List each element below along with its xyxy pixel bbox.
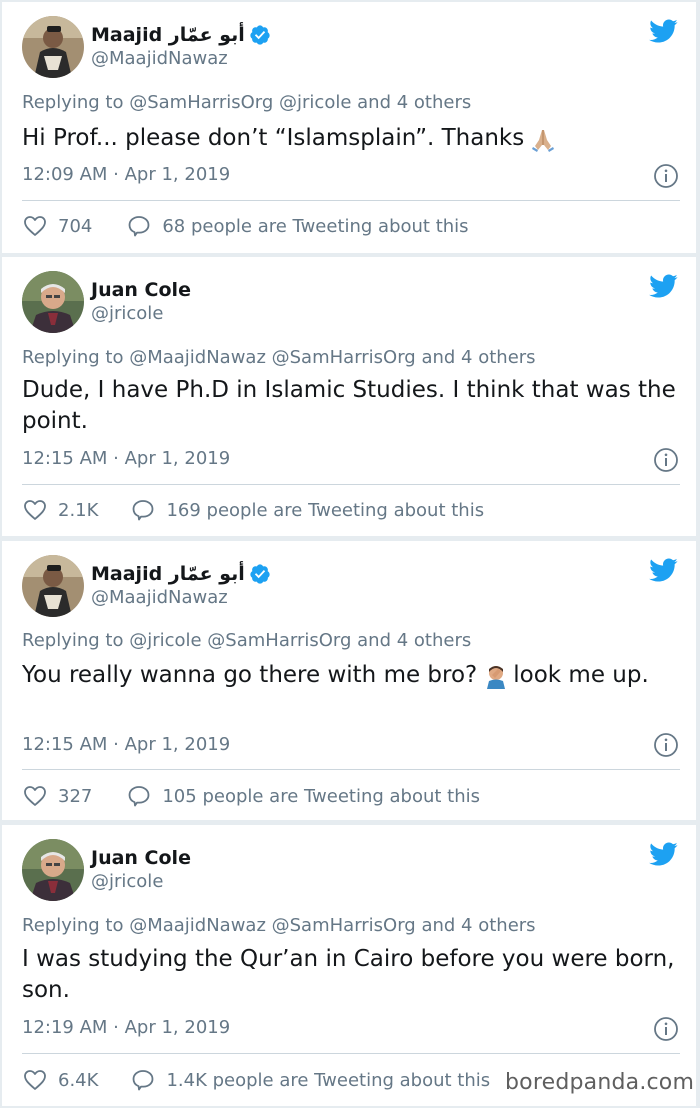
info-icon[interactable] <box>653 163 679 189</box>
tweet-timestamp[interactable]: 12:19 AM · Apr 1, 2019 <box>22 1017 230 1038</box>
folded-hands-emoji-icon <box>530 126 556 152</box>
conversation-count: 68 people are Tweeting about this <box>162 215 469 237</box>
tweet-actions: 2.1K 169 people are Tweeting about this <box>22 495 484 525</box>
replying-to[interactable]: Replying to @SamHarrisOrg @jricole and 4… <box>22 92 471 113</box>
tweet-text: Dude, I have Ph.D in Islamic Studies. I … <box>22 377 676 434</box>
verified-badge-icon <box>249 563 271 585</box>
info-icon[interactable] <box>653 447 679 473</box>
tweet-timestamp[interactable]: 12:09 AM · Apr 1, 2019 <box>22 164 230 185</box>
twitter-bird-icon[interactable] <box>646 271 680 301</box>
like-action[interactable]: 704 <box>22 213 92 239</box>
like-count: 2.1K <box>58 499 99 521</box>
twitter-bird-icon[interactable] <box>646 555 680 585</box>
user-handle[interactable]: @jricole <box>91 871 163 892</box>
tweet-actions: 6.4K 1.4K people are Tweeting about this <box>22 1065 490 1095</box>
tweet-text-continuation: look me up. <box>513 662 649 688</box>
like-count: 704 <box>58 215 93 237</box>
watermark: boredpanda.com <box>505 1070 695 1095</box>
tweet-card[interactable]: Juan Cole @jricole Replying to @MaajidNa… <box>2 257 696 536</box>
replying-to[interactable]: Replying to @MaajidNawaz @SamHarrisOrg a… <box>22 915 536 936</box>
like-count: 6.4K <box>58 1069 99 1091</box>
like-action[interactable]: 6.4K <box>22 1067 98 1093</box>
verified-badge-icon <box>249 24 271 46</box>
twitter-bird-icon[interactable] <box>646 16 680 46</box>
conversation-count: 1.4K people are Tweeting about this <box>166 1069 491 1091</box>
divider <box>22 1053 680 1054</box>
display-name[interactable]: Juan Cole <box>91 279 191 301</box>
user-handle[interactable]: @jricole <box>91 303 163 324</box>
info-icon[interactable] <box>653 1016 679 1042</box>
display-name[interactable]: Maajid أبو عمّار <box>91 563 245 585</box>
avatar[interactable] <box>22 555 84 617</box>
avatar[interactable] <box>22 16 84 78</box>
tweet-card[interactable]: Maajid أبو عمّار @MaajidNawaz Replying t… <box>2 541 696 820</box>
speech-bubble-icon[interactable] <box>126 783 152 809</box>
display-name[interactable]: Maajid أبو عمّار <box>91 24 245 46</box>
avatar[interactable] <box>22 839 84 901</box>
conversation-count: 105 people are Tweeting about this <box>162 785 481 807</box>
replying-to[interactable]: Replying to @jricole @SamHarrisOrg and 4… <box>22 630 471 651</box>
tweet-text: You really wanna go there with me bro? l… <box>22 660 682 691</box>
tweet-timestamp[interactable]: 12:15 AM · Apr 1, 2019 <box>22 734 230 755</box>
twitter-bird-icon[interactable] <box>646 839 680 869</box>
conversation-action[interactable]: 68 people are Tweeting about this <box>126 213 469 239</box>
man-facepalming-emoji-icon <box>483 663 509 689</box>
tweet-text: Hi Prof... please don’t “Islamsplain”. T… <box>22 123 682 154</box>
divider <box>22 484 680 485</box>
heart-icon[interactable] <box>22 497 48 523</box>
like-action[interactable]: 327 <box>22 783 92 809</box>
replying-to[interactable]: Replying to @MaajidNawaz @SamHarrisOrg a… <box>22 347 536 368</box>
conversation-action[interactable]: 105 people are Tweeting about this <box>126 783 480 809</box>
user-handle[interactable]: @MaajidNawaz <box>91 48 228 69</box>
speech-bubble-icon[interactable] <box>130 1067 156 1093</box>
heart-icon[interactable] <box>22 783 48 809</box>
speech-bubble-icon[interactable] <box>130 497 156 523</box>
user-handle[interactable]: @MaajidNawaz <box>91 587 228 608</box>
tweet-card[interactable]: Maajid أبو عمّار @MaajidNawaz Replying t… <box>2 2 696 253</box>
info-icon[interactable] <box>653 732 679 758</box>
tweet-actions: 704 68 people are Tweeting about this <box>22 211 469 241</box>
conversation-count: 169 people are Tweeting about this <box>166 499 485 521</box>
tweet-text: I was studying the Qur’an in Cairo befor… <box>22 946 675 1003</box>
tweet-actions: 327 105 people are Tweeting about this <box>22 781 480 811</box>
tweet-text-content: You really wanna go there with me bro? <box>22 662 478 688</box>
divider <box>22 769 680 770</box>
like-action[interactable]: 2.1K <box>22 497 98 523</box>
display-name[interactable]: Juan Cole <box>91 847 191 869</box>
divider <box>22 200 680 201</box>
conversation-action[interactable]: 1.4K people are Tweeting about this <box>130 1067 490 1093</box>
speech-bubble-icon[interactable] <box>126 213 152 239</box>
tweet-timestamp[interactable]: 12:15 AM · Apr 1, 2019 <box>22 448 230 469</box>
tweet-text-content: Hi Prof... please don’t “Islamsplain”. T… <box>22 125 525 151</box>
conversation-action[interactable]: 169 people are Tweeting about this <box>130 497 484 523</box>
heart-icon[interactable] <box>22 1067 48 1093</box>
tweet-card[interactable]: Juan Cole @jricole Replying to @MaajidNa… <box>2 825 696 1106</box>
heart-icon[interactable] <box>22 213 48 239</box>
avatar[interactable] <box>22 271 84 333</box>
like-count: 327 <box>58 785 93 807</box>
